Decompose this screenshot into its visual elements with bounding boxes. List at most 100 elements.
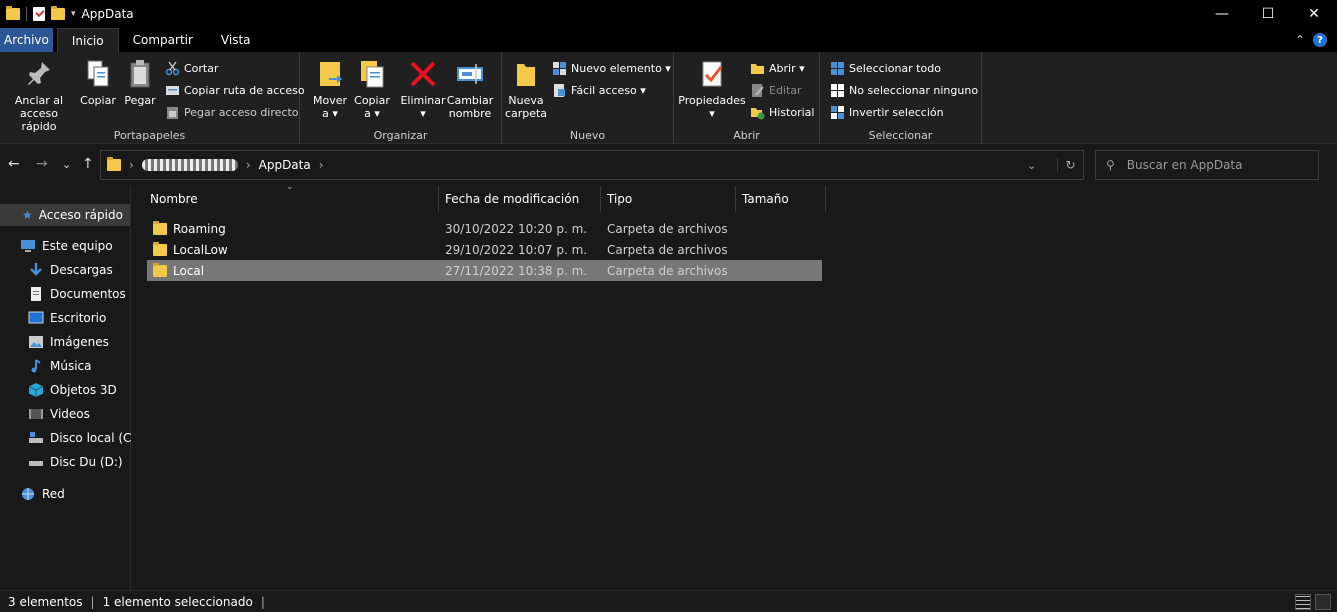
new-folder-button[interactable]: Nueva carpeta xyxy=(504,58,548,120)
select-none-label: No seleccionar ninguno xyxy=(849,84,979,97)
search-icon: ⚲ xyxy=(1106,158,1115,172)
redacted-user-segment[interactable] xyxy=(141,159,238,171)
paste-shortcut-button[interactable]: Pegar acceso directo xyxy=(165,105,299,120)
breadcrumb-current[interactable]: AppData xyxy=(259,158,311,172)
clipboard-group-label: Portapapeles xyxy=(113,129,186,142)
copy-path-button[interactable]: Copiar ruta de acceso xyxy=(165,83,305,98)
sidebar-item-pictures[interactable]: Imágenes xyxy=(28,335,109,349)
select-all-label: Seleccionar todo xyxy=(849,62,941,75)
copy-to-button[interactable]: Copiar a ▾ xyxy=(352,58,392,120)
close-button[interactable]: ✕ xyxy=(1291,0,1337,28)
copy-button[interactable]: Copiar xyxy=(80,58,116,107)
tab-home[interactable]: Inicio xyxy=(56,28,119,52)
properties-icon[interactable] xyxy=(33,7,45,21)
new-folder-icon[interactable] xyxy=(51,6,65,20)
select-group-label: Seleccionar xyxy=(868,129,933,142)
history-button[interactable]: Historial xyxy=(750,105,814,120)
computer-icon xyxy=(20,239,36,253)
sidebar-item-label: Videos xyxy=(50,407,90,421)
collapse-ribbon-icon[interactable]: ⌃ xyxy=(1295,33,1305,47)
search-placeholder[interactable]: Buscar en AppData xyxy=(1127,158,1243,172)
sidebar-item-music[interactable]: Música xyxy=(28,359,92,373)
selected-count: 1 elemento seleccionado xyxy=(102,594,253,609)
copy-label: Copiar xyxy=(80,94,116,107)
file-list: Nombre ⌄ Fecha de modificación Tipo Tama… xyxy=(132,182,1337,590)
open-group: Propiedades ▾ Abrir ▾ Editar Historial A… xyxy=(674,52,820,144)
column-header-type[interactable]: Tipo xyxy=(601,186,736,212)
table-row[interactable]: LocalLow 29/10/2022 10:07 p. m. Carpeta … xyxy=(147,239,822,260)
column-header-size[interactable]: Tamaño xyxy=(736,186,826,212)
up-button[interactable]: ↑ xyxy=(82,156,94,172)
delete-button[interactable]: Eliminar ▾ xyxy=(400,58,446,120)
tab-share[interactable]: Compartir xyxy=(119,28,207,52)
file-type: Carpeta de archivos xyxy=(607,263,728,278)
address-dropdown-button[interactable]: ⌄ xyxy=(1027,159,1049,172)
move-to-label-2: a ▾ xyxy=(322,107,338,120)
large-icons-view-icon[interactable] xyxy=(1315,593,1331,610)
select-none-button[interactable]: No seleccionar ninguno xyxy=(830,83,978,98)
open-button[interactable]: Abrir ▾ xyxy=(750,61,805,76)
sidebar-item-downloads[interactable]: Descargas xyxy=(28,263,113,277)
select-all-button[interactable]: Seleccionar todo xyxy=(830,61,941,76)
document-icon xyxy=(28,287,44,301)
sidebar-item-local-disk-c[interactable]: Disco local (C:) xyxy=(28,431,140,445)
status-bar: 3 elementos | 1 elemento seleccionado | xyxy=(0,590,1337,612)
folder-icon xyxy=(6,6,20,20)
move-to-button[interactable]: Mover a ▾ xyxy=(310,58,350,120)
sidebar-item-disk-d[interactable]: Disc Du (D:) xyxy=(28,455,123,469)
sidebar-item-documents[interactable]: Documentos xyxy=(28,287,126,301)
sidebar-item-this-pc[interactable]: Este equipo xyxy=(20,239,113,253)
sidebar-item-videos[interactable]: Videos xyxy=(28,407,90,421)
sidebar-item-label: Descargas xyxy=(50,263,113,277)
column-header-date[interactable]: Fecha de modificación xyxy=(439,186,601,212)
new-folder-icon xyxy=(511,58,541,90)
path-separator: › xyxy=(318,158,324,172)
column-header-label: Nombre xyxy=(150,192,198,206)
properties-button[interactable]: Propiedades ▾ xyxy=(678,58,746,120)
easy-access-button[interactable]: Fácil acceso ▾ xyxy=(552,83,646,98)
ribbon-tabs: Archivo Inicio Compartir Vista ⌃ ? xyxy=(0,28,1337,52)
sidebar-item-network[interactable]: Red xyxy=(20,487,65,501)
delete-label-1: Eliminar xyxy=(400,94,446,107)
paste-label: Pegar xyxy=(124,94,156,107)
new-folder-label-2: carpeta xyxy=(504,107,548,120)
quick-access-toolbar: ▾ xyxy=(0,6,76,21)
back-button[interactable]: ← xyxy=(8,156,20,172)
rename-icon xyxy=(455,58,485,90)
new-item-button[interactable]: Nuevo elemento ▾ xyxy=(552,61,671,76)
forward-button[interactable]: → xyxy=(36,156,48,172)
sidebar-item-3d-objects[interactable]: Objetos 3D xyxy=(28,383,117,397)
sidebar-item-label: Red xyxy=(42,487,65,501)
edit-label: Editar xyxy=(769,84,802,97)
invert-selection-button[interactable]: Invertir selección xyxy=(830,105,944,120)
address-bar[interactable]: › › AppData › ⌄ ↻ xyxy=(100,150,1084,180)
tab-file[interactable]: Archivo xyxy=(0,28,53,52)
minimize-button[interactable]: — xyxy=(1199,0,1245,28)
help-icon[interactable]: ? xyxy=(1313,33,1327,47)
sidebar-item-desktop[interactable]: Escritorio xyxy=(28,311,106,325)
folder-icon xyxy=(153,241,167,256)
customize-toolbar-icon[interactable]: ▾ xyxy=(71,9,76,19)
edit-button[interactable]: Editar xyxy=(750,83,802,98)
paste-button[interactable]: Pegar xyxy=(122,58,158,107)
recent-locations-button[interactable]: ⌄ xyxy=(62,158,71,171)
copy-to-icon xyxy=(357,58,387,90)
details-view-icon[interactable] xyxy=(1295,593,1311,610)
column-header-name[interactable]: Nombre ⌄ xyxy=(144,182,439,212)
cut-button[interactable]: Cortar xyxy=(165,61,219,76)
pin-quick-access-button[interactable]: Anclar al acceso rápido xyxy=(2,58,76,133)
table-row-selected[interactable]: Local 27/11/2022 10:38 p. m. Carpeta de … xyxy=(147,260,822,281)
maximize-button[interactable]: ☐ xyxy=(1245,0,1291,28)
table-row[interactable]: Roaming 30/10/2022 10:20 p. m. Carpeta d… xyxy=(147,218,822,239)
tab-view[interactable]: Vista xyxy=(207,28,265,52)
open-group-label: Abrir xyxy=(733,129,760,142)
rename-button[interactable]: Cambiar nombre xyxy=(447,58,493,120)
refresh-button[interactable]: ↻ xyxy=(1057,158,1083,172)
network-icon xyxy=(20,487,36,501)
file-name: Roaming xyxy=(173,221,226,236)
sidebar-item-quick-access[interactable]: ★ Acceso rápido xyxy=(0,204,130,226)
search-box[interactable]: ⚲ Buscar en AppData xyxy=(1095,150,1319,180)
file-type: Carpeta de archivos xyxy=(607,221,728,236)
star-icon: ★ xyxy=(22,208,33,222)
copy-path-label: Copiar ruta de acceso xyxy=(184,84,305,97)
